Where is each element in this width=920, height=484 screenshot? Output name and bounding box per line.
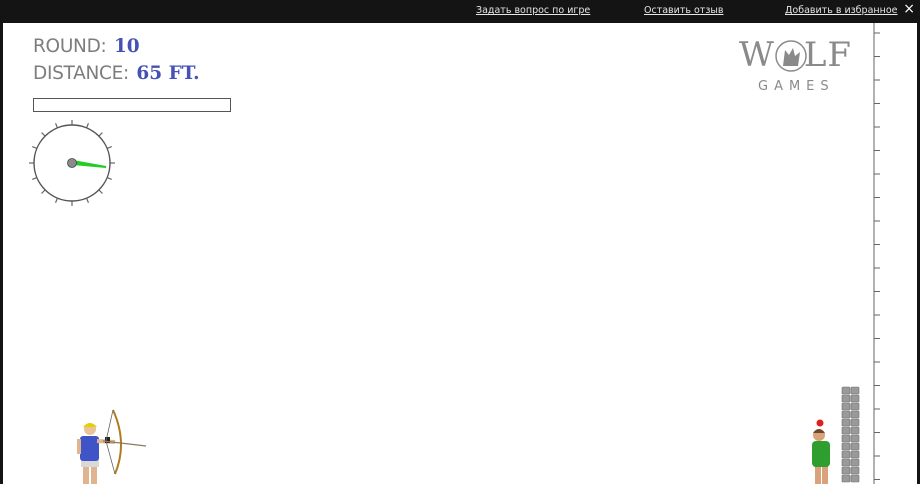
wall-block	[850, 442, 860, 451]
wall-block	[841, 386, 851, 395]
wall-block	[841, 426, 851, 435]
wall-block	[850, 458, 860, 467]
wall-block	[850, 474, 860, 483]
wall-block	[850, 450, 860, 459]
add-favorites-link[interactable]: Добавить в избранное	[785, 5, 897, 16]
wall-block	[841, 418, 851, 427]
wall-block	[850, 418, 860, 427]
wall-block	[850, 394, 860, 403]
wall-block	[850, 386, 860, 395]
leave-review-link[interactable]: Оставить отзыв	[644, 5, 723, 16]
wall-block	[841, 434, 851, 443]
top-bar: Задать вопрос по игре Оставить отзыв Доб…	[0, 0, 920, 22]
wall-block	[841, 450, 851, 459]
game-canvas[interactable]: ROUND: 10 DISTANCE: 65 FT. WOLF GAMES	[3, 23, 917, 484]
wall-block	[850, 466, 860, 475]
apple-icon	[816, 419, 824, 427]
wall-block	[850, 426, 860, 435]
close-icon[interactable]: ×	[903, 1, 915, 17]
wall-block	[850, 402, 860, 411]
distance-ruler	[873, 23, 880, 484]
wall-block	[841, 402, 851, 411]
wall-block	[841, 474, 851, 483]
stone-wall	[841, 386, 860, 483]
wall-block	[841, 466, 851, 475]
wall-block	[841, 458, 851, 467]
wall-block	[841, 442, 851, 451]
wall-block	[850, 410, 860, 419]
ask-question-link[interactable]: Задать вопрос по игре	[476, 5, 590, 16]
archer-sprite	[77, 409, 147, 484]
wall-block	[841, 410, 851, 419]
wall-block	[841, 394, 851, 403]
wall-block	[850, 434, 860, 443]
